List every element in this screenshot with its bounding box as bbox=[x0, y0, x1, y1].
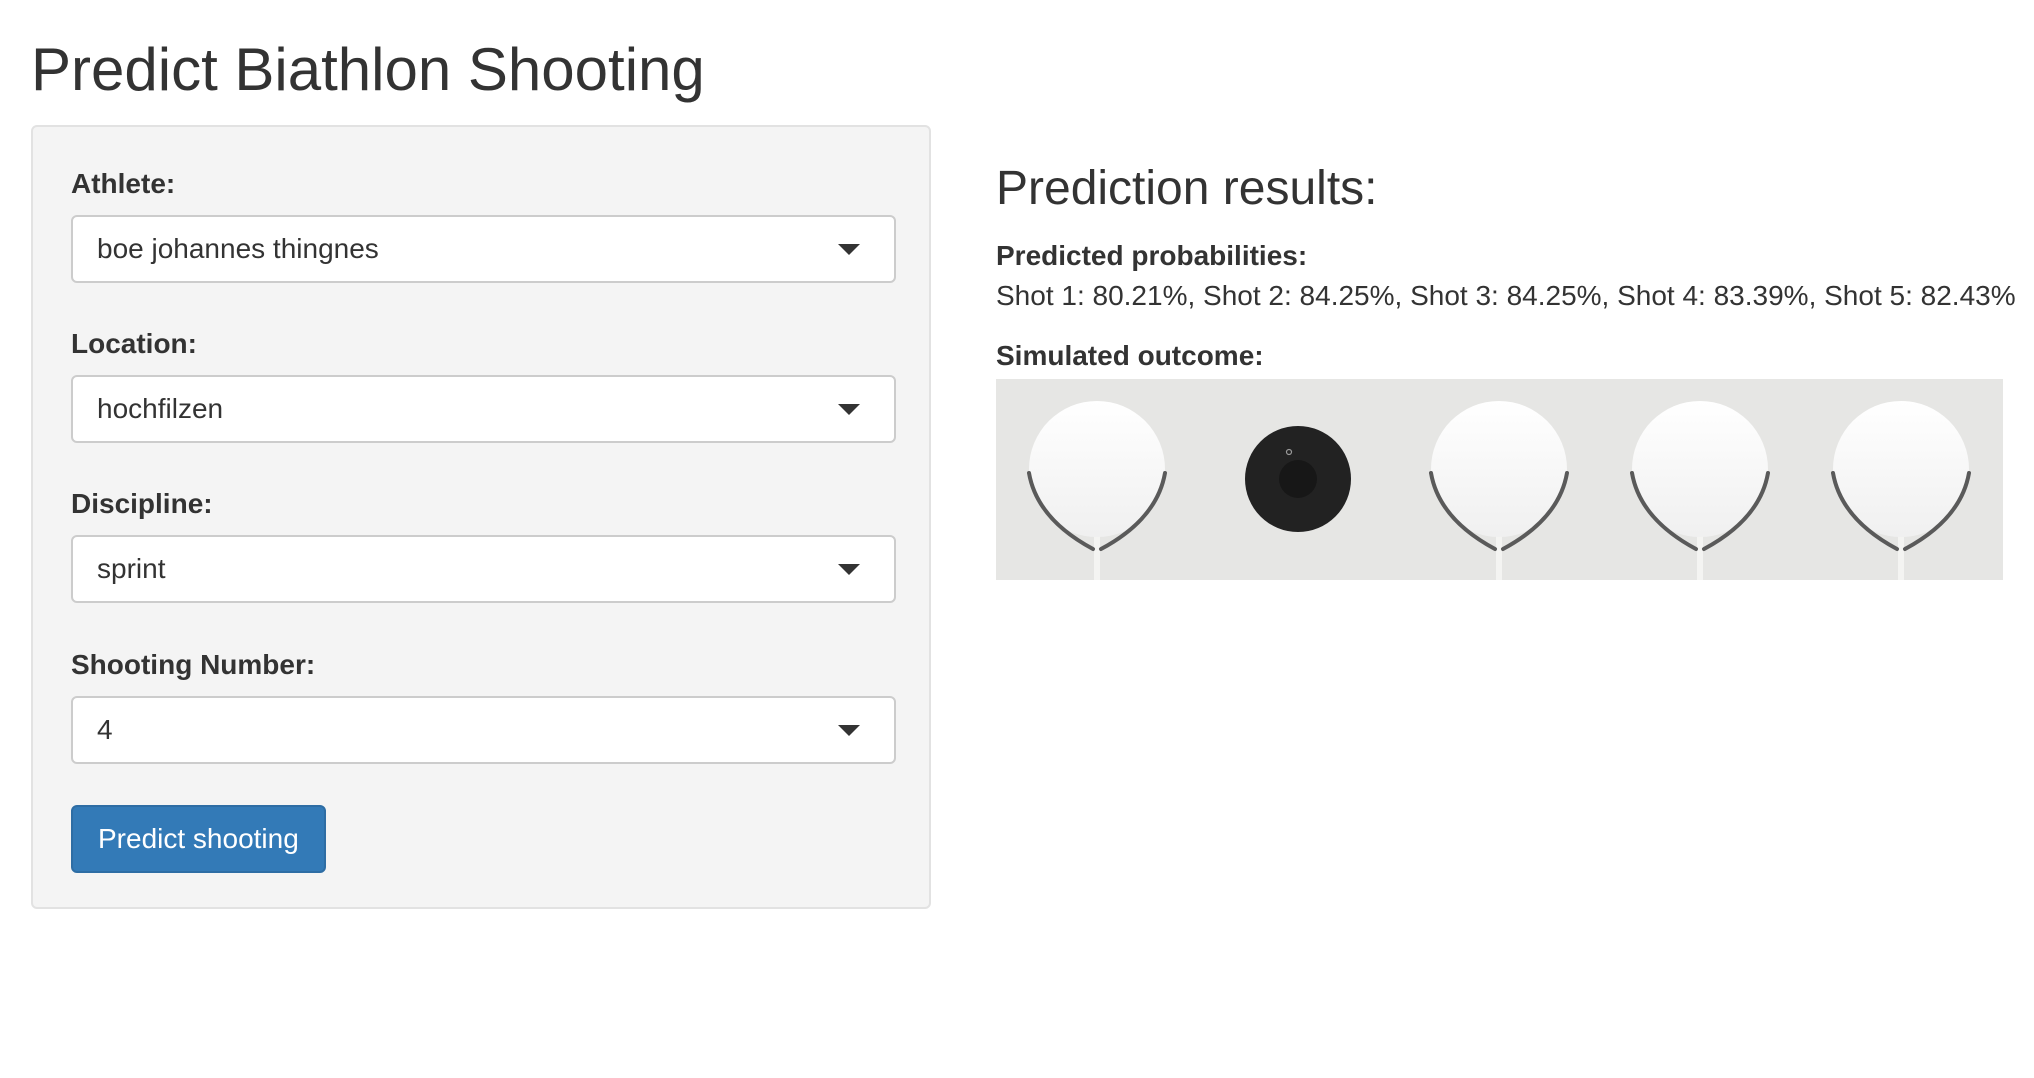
simulated-outcome-targets bbox=[1027, 401, 1971, 581]
caret-down-icon bbox=[838, 244, 860, 255]
discipline-label: Discipline: bbox=[71, 488, 213, 519]
caret-down-icon bbox=[838, 404, 860, 415]
discipline-select[interactable]: sprint bbox=[71, 535, 896, 603]
shooting-number-label: Shooting Number: bbox=[71, 649, 316, 680]
target-hit-icon bbox=[1027, 401, 1167, 581]
caret-down-icon bbox=[838, 564, 860, 575]
target-miss-icon bbox=[1245, 426, 1351, 532]
shooting-number-select[interactable]: 4 bbox=[71, 696, 896, 764]
input-panel: Athlete: boe johannes thingnes Location:… bbox=[31, 125, 931, 909]
discipline-select-value: sprint bbox=[97, 553, 166, 584]
athlete-label: Athlete: bbox=[71, 168, 176, 199]
athlete-select[interactable]: boe johannes thingnes bbox=[71, 215, 896, 283]
probabilities-text: Shot 1: 80.21%, Shot 2: 84.25%, Shot 3: … bbox=[996, 280, 2016, 311]
probabilities-label: Predicted probabilities: bbox=[996, 240, 1308, 271]
caret-down-icon bbox=[838, 725, 860, 736]
target-hit-icon bbox=[1630, 401, 1770, 581]
simulated-outcome-panel bbox=[996, 379, 2003, 581]
target-hit-icon bbox=[1831, 401, 1971, 581]
athlete-select-value: boe johannes thingnes bbox=[97, 233, 379, 264]
outcome-label: Simulated outcome: bbox=[996, 340, 1264, 371]
results-title: Prediction results: bbox=[996, 162, 1378, 215]
page-title: Predict Biathlon Shooting bbox=[31, 36, 705, 103]
shooting-number-select-value: 4 bbox=[97, 714, 113, 745]
location-select-value: hochfilzen bbox=[97, 393, 224, 424]
predict-shooting-button[interactable]: Predict shooting bbox=[71, 805, 326, 873]
location-label: Location: bbox=[71, 328, 197, 359]
target-hit-icon bbox=[1429, 401, 1569, 581]
location-select[interactable]: hochfilzen bbox=[71, 375, 896, 443]
